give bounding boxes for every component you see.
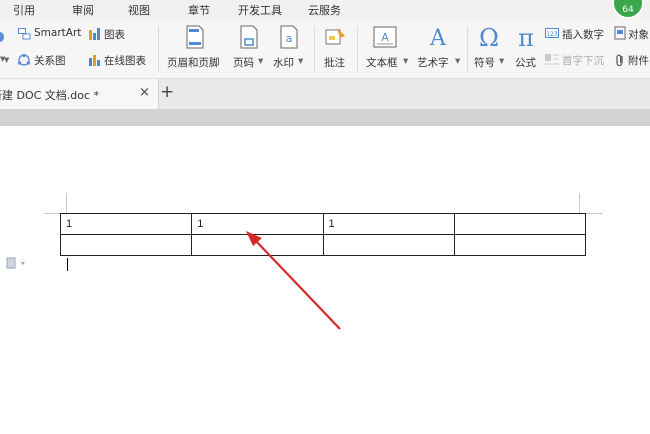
- annotation-arrow: [246, 231, 341, 330]
